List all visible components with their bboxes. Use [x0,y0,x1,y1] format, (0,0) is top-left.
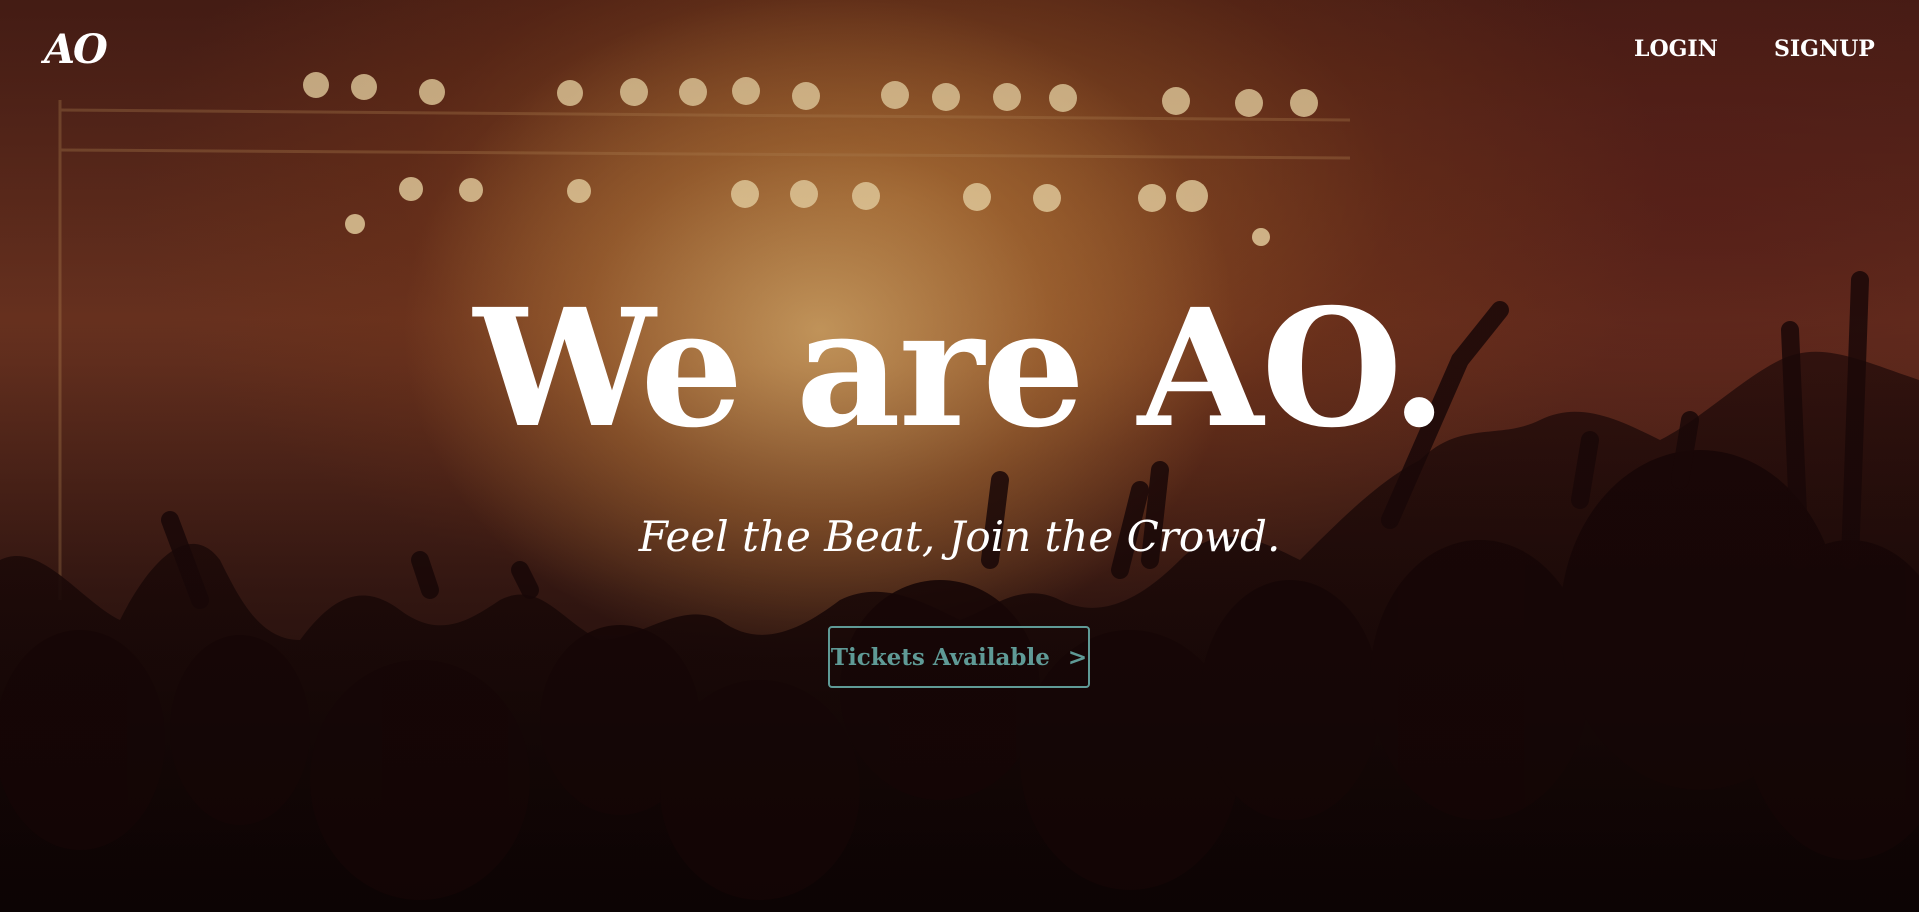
login-link[interactable]: LOGIN [1634,36,1718,62]
logo[interactable]: AO [44,26,108,73]
signup-link[interactable]: SIGNUP [1774,36,1875,62]
top-navbar: AO LOGIN SIGNUP [0,0,1919,100]
tickets-button[interactable]: Tickets Available > [828,626,1090,688]
chevron-right-icon: > [1067,643,1088,671]
tickets-button-label: Tickets Available [830,643,1050,671]
hero-section: AO LOGIN SIGNUP We are AO. Feel the Beat… [0,0,1919,912]
hero-tagline: Feel the Beat, Join the Crowd. [638,512,1281,561]
hero-title: We are AO. [473,274,1448,464]
